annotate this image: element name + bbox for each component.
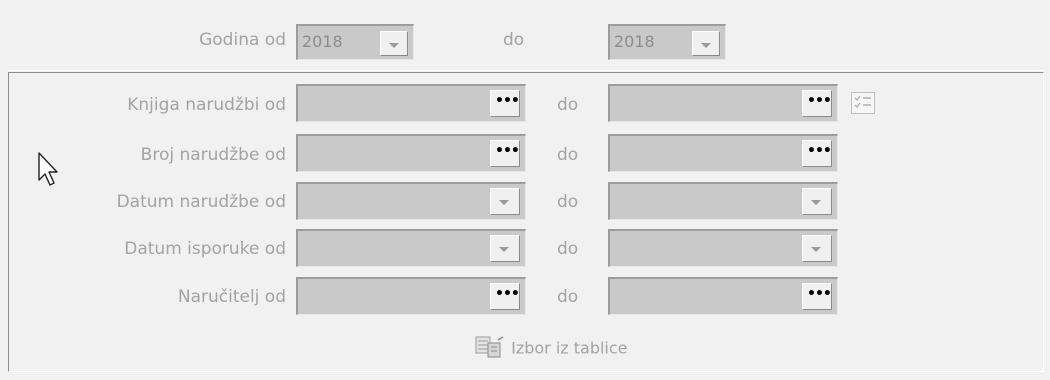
chevron-down-icon [499,247,509,252]
year-from-select[interactable]: 2018 [296,24,414,60]
delivery-date-to-dropdown-button[interactable] [802,235,832,262]
customer-from-field[interactable]: ••• [296,277,526,315]
year-to-label: do [503,30,525,50]
order-number-from-browse-button[interactable]: ••• [490,140,520,167]
table-select-label: Izbor iz tablice [511,338,628,358]
order-date-to-dropdown-button[interactable] [802,188,832,215]
filter-label-order-number: Broj narudžbe od [140,145,286,165]
chevron-down-icon [811,247,821,252]
ellipsis-icon: ••• [807,286,832,302]
chevron-down-icon [389,43,399,48]
ellipsis-icon: ••• [807,93,832,109]
filter-label-customer: Naručitelj od [177,287,286,307]
order-number-from-field[interactable]: ••• [296,134,526,172]
delivery-date-to-field[interactable] [608,229,838,267]
order-number-to-browse-button[interactable]: ••• [802,140,832,167]
book-from-field[interactable]: ••• [296,84,526,122]
table-select-button[interactable]: Izbor iz tablice [474,335,628,365]
order-date-from-dropdown-button[interactable] [490,188,520,215]
book-to-browse-button[interactable]: ••• [802,90,832,117]
filter-label-delivery-date: Datum isporuke od [124,239,286,259]
filter-panel [8,72,1044,372]
chevron-down-icon [499,200,509,205]
ellipsis-icon: ••• [495,286,520,302]
ellipsis-icon: ••• [495,93,520,109]
year-to-select[interactable]: 2018 [608,24,726,60]
table-select-icon [474,335,506,361]
customer-to-label: do [557,287,579,307]
customer-from-browse-button[interactable]: ••• [490,283,520,310]
order-date-to-label: do [557,192,579,212]
year-from-dropdown-button[interactable] [380,31,408,56]
book-to-label: do [557,95,579,115]
order-date-to-field[interactable] [608,182,838,220]
book-from-browse-button[interactable]: ••• [490,90,520,117]
year-from-value: 2018 [302,32,343,51]
mouse-cursor-icon [38,152,62,194]
filter-label-order-date: Datum narudžbe od [116,192,286,212]
order-date-from-field[interactable] [296,182,526,220]
year-to-dropdown-button[interactable] [692,31,720,56]
ellipsis-icon: ••• [495,143,520,159]
checklist-icon[interactable] [851,92,875,114]
separator [8,70,1044,71]
customer-to-browse-button[interactable]: ••• [802,283,832,310]
order-number-to-label: do [557,145,579,165]
chevron-down-icon [811,200,821,205]
order-number-to-field[interactable]: ••• [608,134,838,172]
chevron-down-icon [701,43,711,48]
book-to-field[interactable]: ••• [608,84,838,122]
filter-label-book: Knjiga narudžbi od [127,95,286,115]
year-from-label: Godina od [199,30,286,50]
delivery-date-from-dropdown-button[interactable] [490,235,520,262]
year-to-value: 2018 [614,32,655,51]
delivery-date-to-label: do [557,239,579,259]
delivery-date-from-field[interactable] [296,229,526,267]
customer-to-field[interactable]: ••• [608,277,838,315]
ellipsis-icon: ••• [807,143,832,159]
